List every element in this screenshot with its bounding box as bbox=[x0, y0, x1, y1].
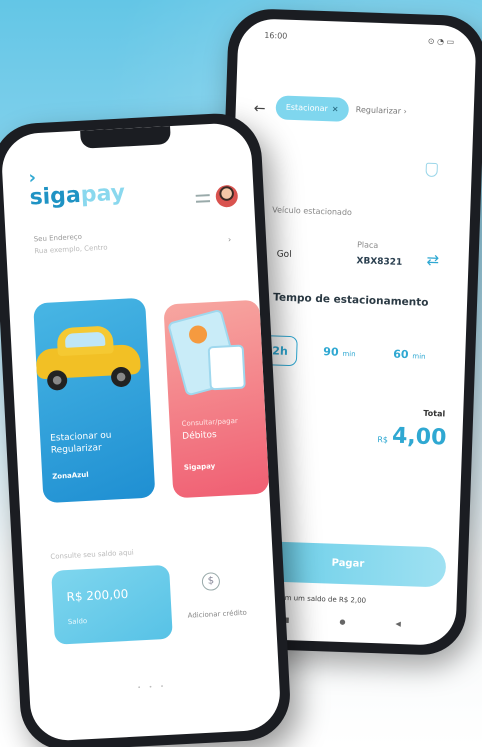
time-option-unit: min bbox=[342, 349, 356, 359]
total-label: Total bbox=[423, 408, 446, 419]
status-bar: 16:00 ⊙ ◔ ▭ bbox=[264, 31, 454, 52]
phone-notch bbox=[80, 126, 171, 149]
card-debitos-title: Débitos bbox=[182, 430, 217, 442]
add-credit-label[interactable]: Adicionar crédito bbox=[187, 609, 247, 620]
card-estacionar-title: Estacionar ou Regularizar bbox=[49, 430, 112, 456]
plate-label: Placa bbox=[356, 240, 379, 251]
zona-azul-logo: ZonaAzul bbox=[52, 470, 89, 481]
home-screen: › sigapay Seu Endereço Rua exemplo, Cent… bbox=[0, 121, 282, 743]
balance-section-label: Consulte seu saldo aqui bbox=[50, 548, 134, 561]
vehicle-label: Veículo estacionado bbox=[272, 205, 353, 218]
chevron-right-icon[interactable]: › bbox=[228, 235, 232, 244]
card-estacionar[interactable]: Estacionar ou Regularizar ZonaAzul bbox=[30, 297, 156, 504]
time-option-60[interactable]: 60 min bbox=[393, 340, 426, 371]
time-option-value: 60 bbox=[393, 347, 409, 362]
brand-pay: pay bbox=[80, 180, 126, 208]
balance-amount: R$ 200,00 bbox=[66, 586, 129, 605]
status-icons: ⊙ ◔ ▭ bbox=[427, 36, 455, 47]
balance-caption: Saldo bbox=[67, 617, 88, 627]
time-option-90[interactable]: 90 min bbox=[323, 337, 356, 368]
card-debitos[interactable]: Consultar/pagar Débitos Sigapay bbox=[163, 299, 270, 499]
sigapay-logo: Sigapay bbox=[183, 462, 216, 472]
plate-value: XBX8321 bbox=[356, 256, 403, 268]
phone-front: › sigapay Seu Endereço Rua exemplo, Cent… bbox=[0, 111, 293, 747]
total-value: 4,00 bbox=[391, 423, 447, 451]
balance-card[interactable]: R$ 200,00 Saldo bbox=[51, 564, 173, 645]
calculator-illustration-icon bbox=[207, 344, 246, 391]
page-indicator: • • • bbox=[137, 683, 167, 692]
total-currency: R$ bbox=[377, 435, 389, 445]
address-label: Seu Endereço bbox=[33, 232, 83, 244]
tab-regularizar[interactable]: Regularizar › bbox=[355, 98, 407, 124]
total-amount: R$ 4,00 bbox=[377, 423, 447, 451]
chevron-right-icon: › bbox=[403, 106, 407, 116]
swap-vehicle-icon[interactable]: ⇄ bbox=[426, 251, 439, 269]
menu-icon[interactable] bbox=[195, 194, 211, 203]
tab-estacionar-label: Estacionar bbox=[285, 102, 328, 114]
home-icon[interactable]: ● bbox=[339, 618, 345, 630]
back-arrow-icon[interactable]: ← bbox=[253, 101, 265, 117]
shield-icon bbox=[425, 162, 438, 178]
time-option-value: 90 bbox=[323, 345, 339, 359]
avatar[interactable] bbox=[215, 184, 239, 208]
vehicle-value: Gol bbox=[276, 249, 292, 261]
tab-regularizar-label: Regularizar bbox=[355, 105, 402, 116]
card-debitos-subtitle: Consultar/pagar bbox=[181, 416, 239, 428]
brand-logo: sigapay bbox=[29, 181, 126, 211]
close-icon[interactable]: × bbox=[332, 104, 339, 113]
brand-siga: siga bbox=[28, 182, 82, 211]
address-value[interactable]: Rua exemplo, Centro bbox=[34, 244, 108, 256]
time-option-value: 2h bbox=[272, 344, 289, 358]
tab-estacionar[interactable]: Estacionar × bbox=[275, 95, 349, 122]
back-icon[interactable]: ◀ bbox=[395, 620, 401, 632]
add-credit-icon[interactable]: $ bbox=[201, 572, 221, 592]
time-option-unit: min bbox=[412, 352, 426, 361]
status-time: 16:00 bbox=[264, 30, 288, 41]
car-illustration-icon bbox=[30, 320, 150, 396]
parking-time-title: Tempo de estacionamento bbox=[272, 291, 429, 309]
